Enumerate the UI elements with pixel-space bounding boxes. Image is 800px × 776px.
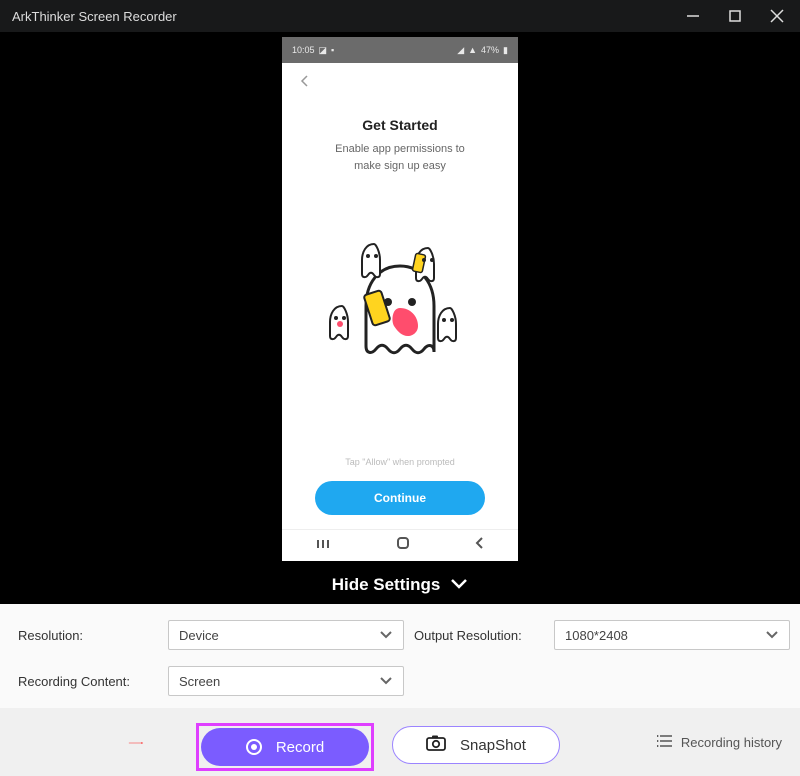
status-indicator-icon: ▪ xyxy=(331,45,334,55)
phone-back-icon[interactable] xyxy=(300,74,310,93)
app-title: ArkThinker Screen Recorder xyxy=(12,9,177,24)
snapshot-label: SnapShot xyxy=(460,737,526,754)
status-battery-text: 47% xyxy=(481,45,499,55)
phone-subtitle: Enable app permissions to make sign up e… xyxy=(300,141,500,174)
maximize-button[interactable] xyxy=(720,4,750,28)
status-notification-icon: ◪ xyxy=(319,45,328,56)
nav-home-icon[interactable] xyxy=(396,536,410,555)
camera-icon xyxy=(426,735,446,755)
minimize-button[interactable] xyxy=(678,4,708,28)
settings-panel: Resolution: Device Output Resolution: 10… xyxy=(0,604,800,708)
list-icon xyxy=(657,734,673,751)
action-bar: Record SnapShot Recording history xyxy=(0,708,800,776)
phone-nav-bar xyxy=(282,529,518,561)
chevron-down-icon xyxy=(379,628,393,643)
annotation-arrow-icon xyxy=(86,742,186,744)
phone-content: Get Started Enable app permissions to ma… xyxy=(282,63,518,529)
window-controls xyxy=(678,4,792,28)
phone-tap-hint: Tap "Allow" when prompted xyxy=(300,457,500,467)
status-time: 10:05 xyxy=(292,45,315,55)
toggle-settings-button[interactable]: Hide Settings xyxy=(0,566,800,604)
resolution-value: Device xyxy=(179,628,219,643)
status-signal-icon: ▲ xyxy=(468,45,477,55)
record-icon xyxy=(246,739,262,755)
recording-content-label: Recording Content: xyxy=(18,674,158,689)
nav-recent-icon[interactable] xyxy=(315,537,331,555)
device-preview: 10:05 ◪ ▪ ◢ ▲ 47% ▮ Get Started Enable a… xyxy=(0,32,800,566)
status-wifi-icon: ◢ xyxy=(457,45,464,56)
output-resolution-value: 1080*2408 xyxy=(565,628,628,643)
phone-status-bar: 10:05 ◪ ▪ ◢ ▲ 47% ▮ xyxy=(282,37,518,63)
record-label: Record xyxy=(276,739,324,756)
resolution-label: Resolution: xyxy=(18,628,158,643)
resolution-select[interactable]: Device xyxy=(168,620,404,650)
phone-mirror: 10:05 ◪ ▪ ◢ ▲ 47% ▮ Get Started Enable a… xyxy=(282,37,518,561)
output-resolution-select[interactable]: 1080*2408 xyxy=(554,620,790,650)
phone-illustration xyxy=(300,174,500,457)
snapshot-button[interactable]: SnapShot xyxy=(392,726,560,764)
recording-content-select[interactable]: Screen xyxy=(168,666,404,696)
close-button[interactable] xyxy=(762,4,792,28)
phone-continue-button[interactable]: Continue xyxy=(315,481,485,515)
titlebar: ArkThinker Screen Recorder xyxy=(0,0,800,32)
recording-history-link[interactable]: Recording history xyxy=(657,708,782,776)
phone-heading: Get Started xyxy=(300,117,500,133)
record-button[interactable]: Record xyxy=(201,728,369,766)
chevron-down-icon xyxy=(765,628,779,643)
status-battery-icon: ▮ xyxy=(503,45,508,56)
chevron-down-icon xyxy=(450,575,468,595)
chevron-down-icon xyxy=(379,674,393,689)
output-resolution-label: Output Resolution: xyxy=(414,628,544,643)
recording-content-value: Screen xyxy=(179,674,220,689)
toggle-settings-label: Hide Settings xyxy=(332,575,441,595)
recording-history-label: Recording history xyxy=(681,735,782,750)
record-highlight: Record xyxy=(196,723,374,771)
nav-back-icon[interactable] xyxy=(475,536,485,555)
